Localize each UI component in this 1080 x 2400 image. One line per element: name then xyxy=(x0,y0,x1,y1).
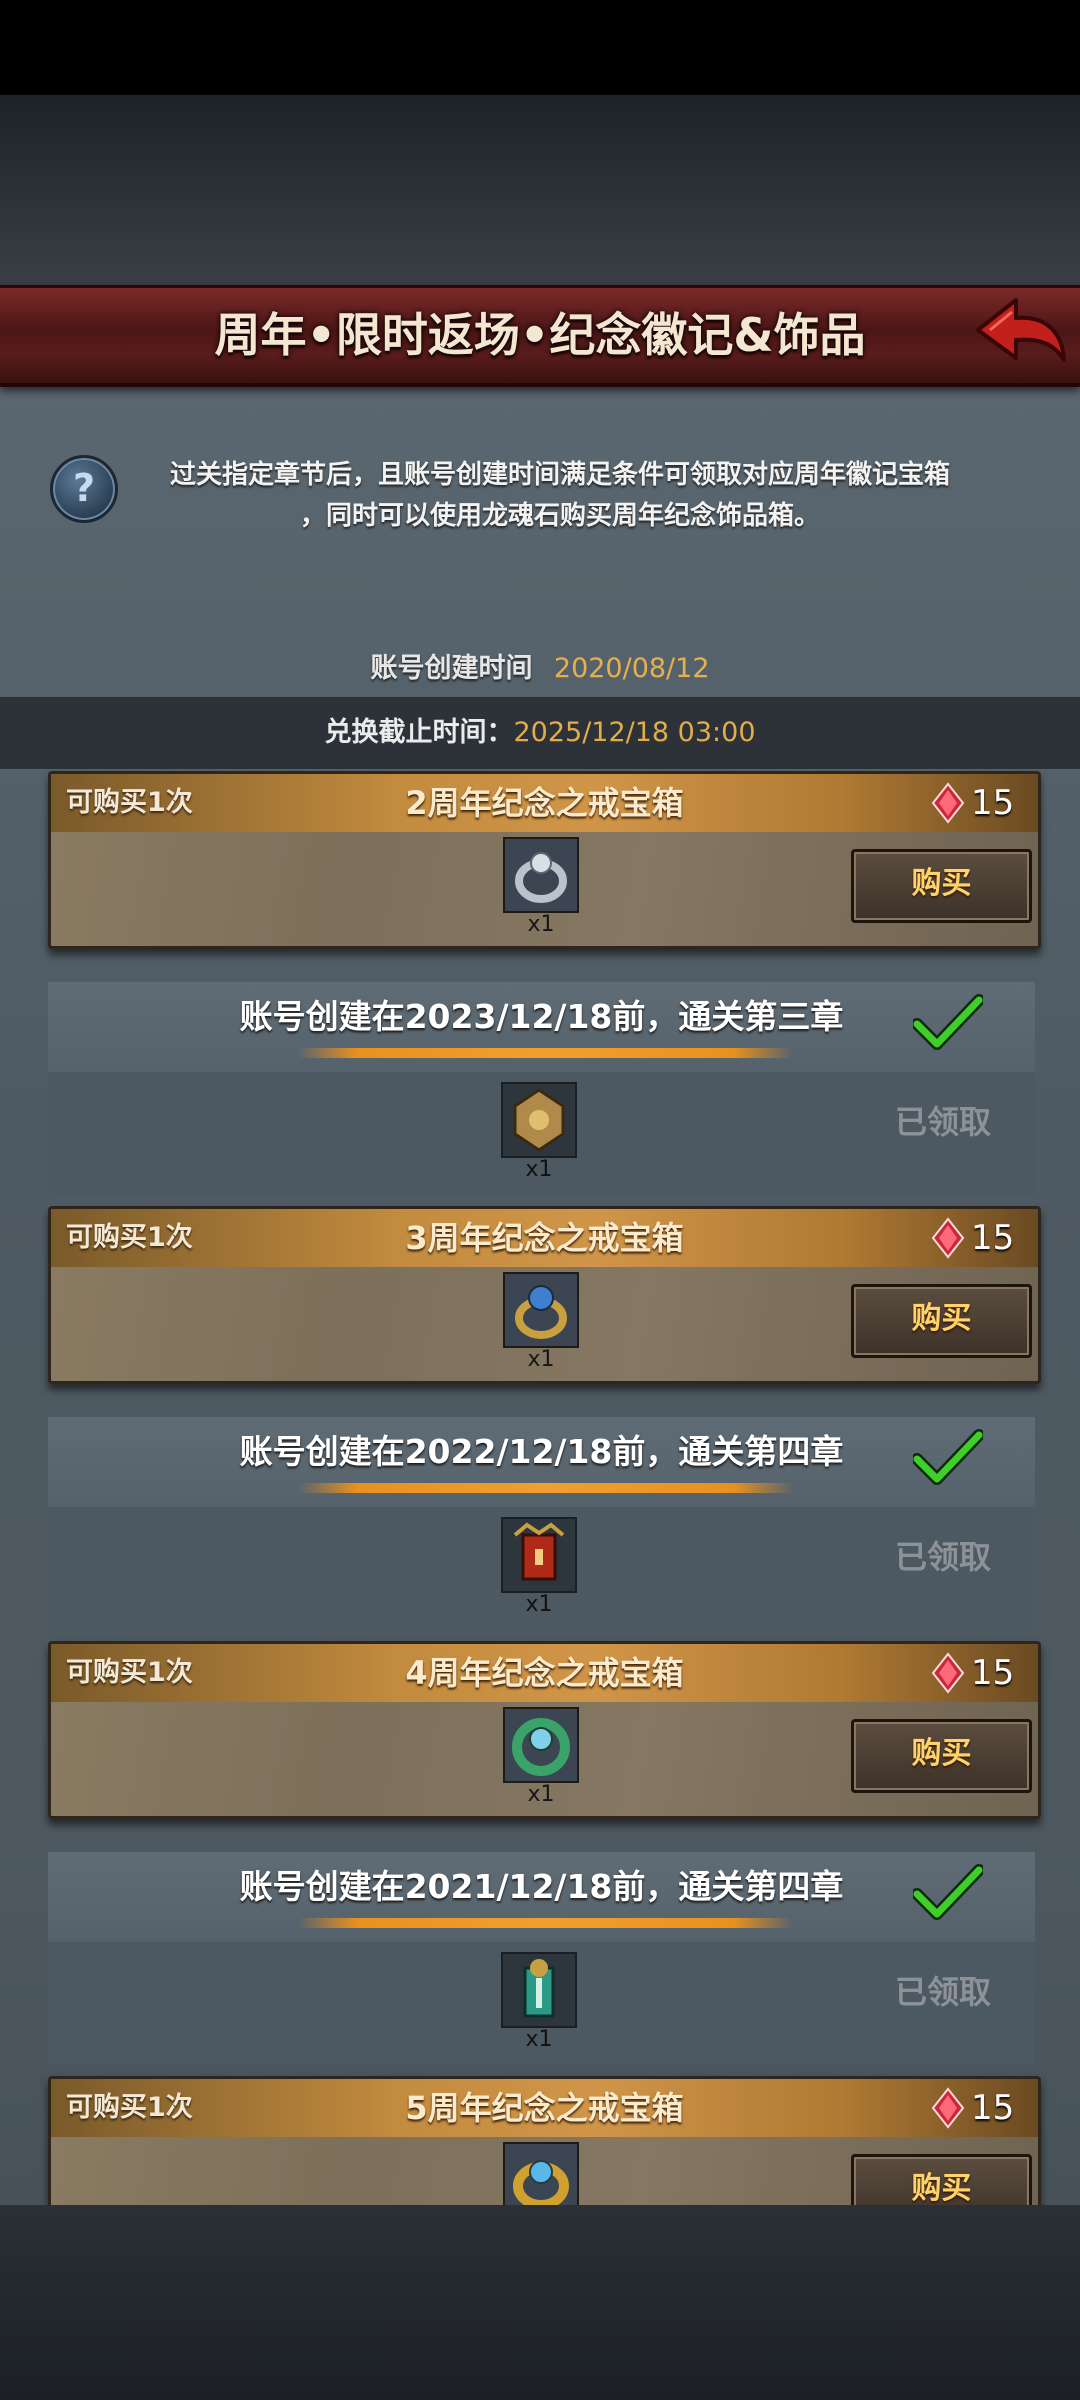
chest-name: 4周年纪念之戒宝箱 xyxy=(405,1654,684,1692)
page-title: 周年•限时返场•纪念徽记&饰品 xyxy=(214,308,866,362)
item-slot[interactable] xyxy=(501,1082,577,1158)
title-banner: 周年•限时返场•纪念徽记&饰品 xyxy=(0,285,1080,387)
description-line-1: 过关指定章节后，且账号创建时间满足条件可领取对应周年徽记宝箱 xyxy=(169,460,950,490)
item-quantity: x1 xyxy=(527,912,555,937)
item-slot[interactable] xyxy=(503,1707,579,1783)
price: 15 xyxy=(971,2088,1015,2128)
claim-condition: 账号创建在2022/12/18前，通关第四章 xyxy=(239,1432,844,1471)
buy-card: 可购买1次 4周年纪念之戒宝箱 15 x1 购买 xyxy=(48,1641,1041,1819)
exchange-deadline-label: 兑换截止时间： xyxy=(324,717,514,748)
event-description: 过关指定章节后，且账号创建时间满足条件可领取对应周年徽记宝箱 ，同时可以使用龙魂… xyxy=(120,455,1000,537)
claim-card: 账号创建在2023/12/18前，通关第三章 x1 已领取 xyxy=(48,982,1035,1194)
claim-condition: 账号创建在2021/12/18前，通关第四章 xyxy=(239,1867,844,1906)
claim-card: 账号创建在2022/12/18前，通关第四章 x1 已领取 xyxy=(48,1417,1035,1629)
price: 15 xyxy=(971,783,1015,823)
backdrop-bottom xyxy=(0,2205,1080,2400)
account-created-row: 账号创建时间 2020/08/12 xyxy=(0,646,1080,686)
dragon-soul-stone-icon xyxy=(931,1652,965,1694)
badge-icon xyxy=(523,1959,555,2018)
account-created-value: 2020/08/12 xyxy=(553,653,710,684)
claimed-status: 已领取 xyxy=(894,1103,991,1141)
item-quantity: x1 xyxy=(525,2027,553,2052)
item-slot[interactable] xyxy=(501,1952,577,2028)
checkmark-icon xyxy=(913,1864,983,1920)
back-arrow-icon[interactable] xyxy=(970,290,1070,375)
badge-icon xyxy=(513,1088,565,1152)
dragon-soul-stone-icon xyxy=(931,1217,965,1259)
reward-list[interactable]: 可购买1次 2周年纪念之戒宝箱 15 x1 购买 账号创建在2023/12/18… xyxy=(0,769,1080,2205)
item-slot[interactable] xyxy=(503,2142,579,2205)
item-quantity: x1 xyxy=(527,1347,555,1372)
item-quantity: x1 xyxy=(525,1157,553,1182)
claim-card: 账号创建在2021/12/18前，通关第四章 x1 已领取 xyxy=(48,1852,1035,2064)
item-quantity: x1 xyxy=(525,1592,553,1617)
buy-button[interactable]: 购买 xyxy=(851,849,1032,923)
price: 15 xyxy=(971,1218,1015,1258)
buy-card: 可购买1次 2周年纪念之戒宝箱 15 x1 购买 xyxy=(48,771,1041,949)
buy-button[interactable]: 购买 xyxy=(851,2154,1032,2205)
item-slot[interactable] xyxy=(503,1272,579,1348)
exchange-deadline-value: 2025/12/18 03:00 xyxy=(513,717,756,748)
help-icon[interactable]: ? xyxy=(50,455,118,523)
checkmark-icon xyxy=(913,994,983,1050)
badge-icon xyxy=(513,1522,565,1581)
chest-name: 5周年纪念之戒宝箱 xyxy=(405,2089,684,2127)
ring-icon xyxy=(515,1285,567,1339)
condition-underline xyxy=(298,1048,793,1058)
buy-button[interactable]: 购买 xyxy=(851,1719,1032,1793)
dragon-soul-stone-icon xyxy=(931,782,965,824)
backdrop-top xyxy=(0,95,1080,290)
dragon-soul-stone-icon xyxy=(931,2087,965,2129)
item-slot[interactable] xyxy=(501,1517,577,1593)
status-bar-area xyxy=(0,0,1080,95)
ring-icon xyxy=(512,1718,570,1776)
description-line-2: ，同时可以使用龙魂石购买周年纪念饰品箱。 xyxy=(299,501,820,531)
exchange-deadline-bar: 兑换截止时间：2025/12/18 03:00 xyxy=(0,697,1080,769)
buy-button[interactable]: 购买 xyxy=(851,1284,1032,1358)
item-slot[interactable] xyxy=(503,837,579,913)
claimed-status: 已领取 xyxy=(894,1973,991,2011)
price: 15 xyxy=(971,1653,1015,1693)
buy-card: 可购买1次 3周年纪念之戒宝箱 15 x1 购买 xyxy=(48,1206,1041,1384)
claim-condition: 账号创建在2023/12/18前，通关第三章 xyxy=(239,997,844,1036)
ring-icon xyxy=(513,2160,569,2205)
account-created-label: 账号创建时间 xyxy=(370,653,533,684)
chest-name: 2周年纪念之戒宝箱 xyxy=(405,784,684,822)
buy-card: 可购买1次 5周年纪念之戒宝箱 15 x1 购买 xyxy=(48,2076,1041,2205)
ring-icon xyxy=(515,852,567,903)
condition-underline xyxy=(298,1483,793,1493)
screen: 周年•限时返场•纪念徽记&饰品 ? 过关指定章节后，且账号创建时间满足条件可领取… xyxy=(0,0,1080,2400)
item-quantity: x1 xyxy=(527,1782,555,1807)
chest-name: 3周年纪念之戒宝箱 xyxy=(405,1219,684,1257)
condition-underline xyxy=(298,1918,793,1928)
claimed-status: 已领取 xyxy=(894,1538,991,1576)
checkmark-icon xyxy=(913,1429,983,1485)
